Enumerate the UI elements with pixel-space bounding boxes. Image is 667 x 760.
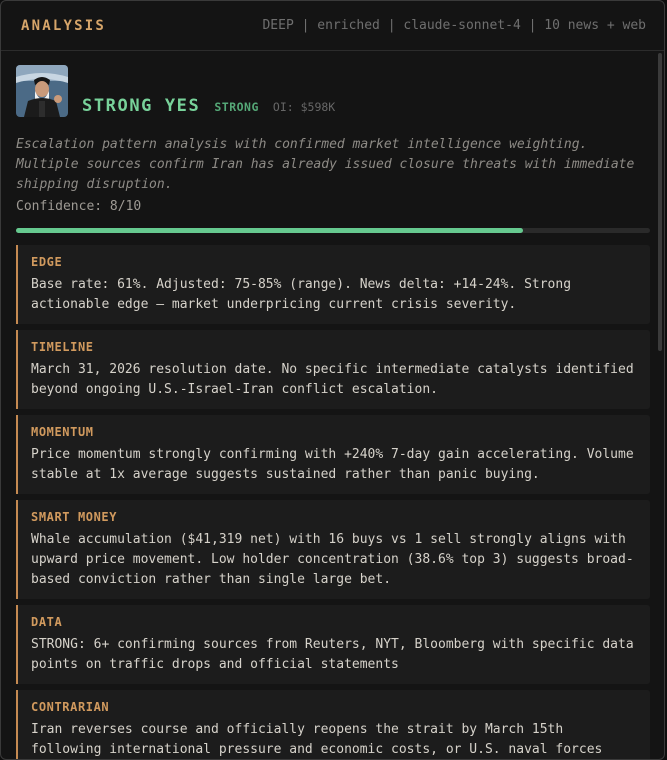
section-body: March 31, 2026 resolution date. No speci… xyxy=(31,362,634,397)
section-title: SMART MONEY xyxy=(31,510,118,524)
section-title: TIMELINE xyxy=(31,340,94,354)
section-data: DATA STRONG: 6+ confirming sources from … xyxy=(16,605,650,684)
analysis-panel: ANALYSIS DEEP | enriched | claude-sonnet… xyxy=(0,0,665,760)
scrollbar[interactable] xyxy=(658,53,662,351)
section-body: Base rate: 61%. Adjusted: 75-85% (range)… xyxy=(31,277,572,312)
section-momentum: MOMENTUM Price momentum strongly confirm… xyxy=(16,415,650,494)
section-title: MOMENTUM xyxy=(31,425,94,439)
verdict-label: STRONG YES xyxy=(82,96,201,116)
section-body: Iran reverses course and officially reop… xyxy=(31,722,603,757)
section-edge: EDGE Base rate: 61%. Adjusted: 75-85% (r… xyxy=(16,245,650,324)
analysis-content: STRONG YES STRONG OI: $598K Escalation p… xyxy=(16,61,650,759)
section-body: Whale accumulation ($41,319 net) with 16… xyxy=(31,532,634,587)
strength-badge: STRONG xyxy=(214,100,259,114)
market-thumbnail xyxy=(16,65,68,117)
open-interest: OI: $598K xyxy=(272,100,336,114)
panel-title: ANALYSIS xyxy=(21,17,107,34)
portrait-image xyxy=(16,65,68,117)
section-title: DATA xyxy=(31,615,63,629)
panel-header: ANALYSIS DEEP | enriched | claude-sonnet… xyxy=(1,1,664,51)
section-smart-money: SMART MONEY Whale accumulation ($41,319 … xyxy=(16,500,650,599)
section-body: Price momentum strongly confirming with … xyxy=(31,447,634,482)
section-title: EDGE xyxy=(31,255,63,269)
confidence-label: Confidence: 8/10 xyxy=(16,199,142,214)
section-timeline: TIMELINE March 31, 2026 resolution date.… xyxy=(16,330,650,409)
analysis-summary: Escalation pattern analysis with confirm… xyxy=(16,137,635,192)
analysis-sections: EDGE Base rate: 61%. Adjusted: 75-85% (r… xyxy=(16,245,650,759)
analysis-meta: DEEP | enriched | claude-sonnet-4 | 10 n… xyxy=(262,18,646,33)
section-contrarian: CONTRARIAN Iran reverses course and offi… xyxy=(16,690,650,759)
verdict-row: STRONG YES STRONG OI: $598K xyxy=(16,61,650,117)
section-title: CONTRARIAN xyxy=(31,700,110,714)
section-body: STRONG: 6+ confirming sources from Reute… xyxy=(31,637,634,672)
confidence-bar xyxy=(16,228,650,233)
confidence-bar-fill xyxy=(16,228,524,233)
